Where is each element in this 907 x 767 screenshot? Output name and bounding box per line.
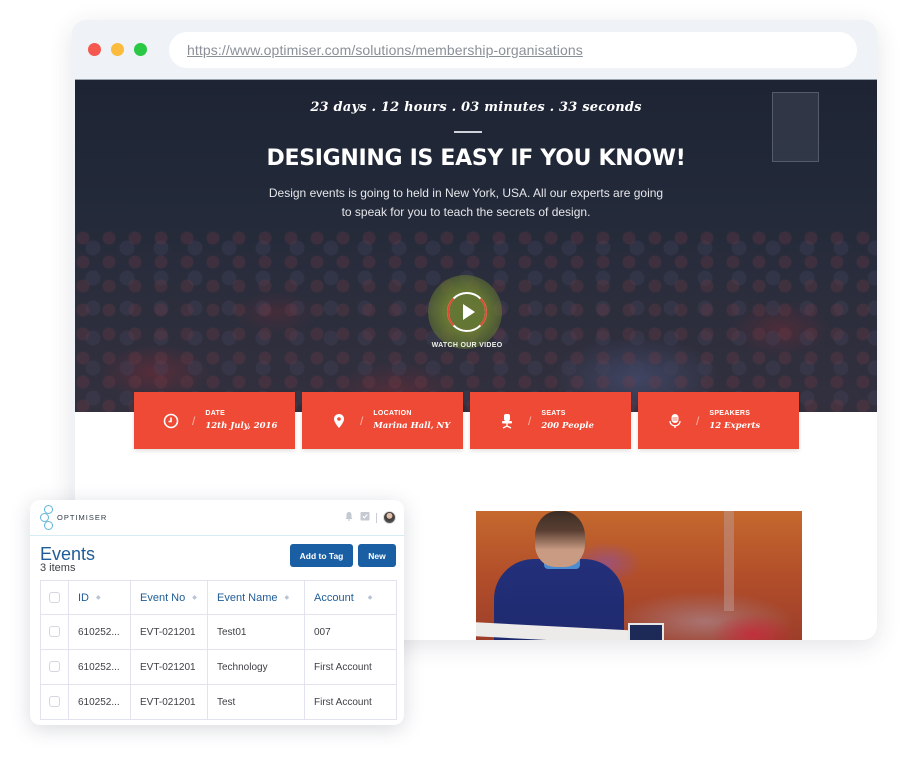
card-separator: / — [192, 413, 196, 428]
play-icon — [463, 304, 475, 320]
task-check-icon[interactable] — [360, 511, 370, 524]
cell-id[interactable]: 610252... — [68, 684, 131, 720]
cell-event-name[interactable]: Test01 — [207, 614, 305, 650]
card-value: 12th July, 2016 — [205, 421, 278, 431]
photo-pillar — [724, 511, 734, 611]
watch-video-label[interactable]: WATCH OUR VIDEO — [405, 342, 529, 349]
cell-event-name[interactable]: Technology — [207, 649, 305, 685]
sort-icon[interactable]: ◆ — [368, 595, 373, 601]
hero-section: 23 days . 12 hours . 03 minutes . 33 sec… — [75, 80, 877, 412]
bell-icon[interactable] — [344, 511, 354, 524]
card-separator: / — [528, 413, 532, 428]
microphone-icon — [666, 412, 684, 430]
title-row: Events 3 items Add to Tag New — [30, 536, 404, 580]
card-separator: / — [360, 413, 364, 428]
photo-monitor — [628, 623, 664, 640]
hero-divider — [454, 131, 482, 133]
column-label: ID — [78, 591, 89, 604]
user-avatar[interactable] — [383, 511, 396, 524]
stage: https://www.optimiser.com/solutions/memb… — [0, 0, 907, 767]
column-header-account[interactable]: Account ◆ — [304, 580, 397, 615]
column-header-event-no[interactable]: Event No ◆ — [130, 580, 208, 615]
new-button[interactable]: New — [358, 544, 396, 567]
column-label: Account — [314, 591, 354, 604]
cell-account[interactable]: First Account — [304, 684, 397, 720]
info-card-seats[interactable]: / SEATS 200 People — [470, 392, 631, 449]
column-label: Event No — [140, 591, 186, 604]
minimize-window-button[interactable] — [111, 43, 124, 56]
select-all-checkbox[interactable] — [49, 592, 60, 604]
table-row[interactable]: 610252... EVT-021201 Test01 007 — [40, 614, 397, 650]
maximize-window-button[interactable] — [134, 43, 147, 56]
optimiser-logo-icon — [40, 504, 56, 531]
card-label: SPEAKERS — [709, 410, 751, 417]
info-card-date[interactable]: / DATE 12th July, 2016 — [134, 392, 295, 449]
table-header-row: ID ◆ Event No ◆ Event Name ◆ Account ◆ — [40, 580, 397, 615]
card-value: Marina Hall, NY — [373, 421, 451, 431]
map-pin-icon — [330, 412, 348, 430]
logo-text: OPTIMISER — [57, 513, 108, 522]
card-label: DATE — [205, 410, 226, 417]
cell-id[interactable]: 610252... — [68, 614, 131, 650]
close-window-button[interactable] — [88, 43, 101, 56]
cell-id[interactable]: 610252... — [68, 649, 131, 685]
row-select-cell — [40, 684, 69, 720]
row-select-cell — [40, 649, 69, 685]
play-video-button[interactable] — [447, 292, 487, 332]
clock-icon — [162, 412, 180, 430]
countdown-timer: 23 days . 12 hours . 03 minutes . 33 sec… — [310, 100, 642, 115]
crm-events-panel: OPTIMISER Events 3 items Add to Tag New — [30, 500, 404, 725]
cell-event-no[interactable]: EVT-021201 — [130, 684, 208, 720]
cell-account[interactable]: 007 — [304, 614, 397, 650]
address-bar[interactable]: https://www.optimiser.com/solutions/memb… — [169, 32, 857, 68]
add-to-tag-button[interactable]: Add to Tag — [290, 544, 353, 567]
table-row[interactable]: 610252... EVT-021201 Test First Account — [40, 684, 397, 720]
header-divider — [376, 512, 377, 523]
crm-header: OPTIMISER — [30, 500, 404, 536]
row-checkbox[interactable] — [49, 661, 60, 673]
cell-event-no[interactable]: EVT-021201 — [130, 614, 208, 650]
card-label: LOCATION — [373, 410, 412, 417]
column-label: Event Name — [217, 591, 278, 604]
sort-icon[interactable]: ◆ — [192, 595, 197, 601]
hero-subtext: Design events is going to held in New Yo… — [268, 186, 664, 219]
cell-account[interactable]: First Account — [304, 649, 397, 685]
photo-speaker-head — [535, 511, 585, 567]
row-select-cell — [40, 614, 69, 650]
card-separator: / — [696, 413, 700, 428]
events-table: ID ◆ Event No ◆ Event Name ◆ Account ◆ 61025… — [40, 580, 397, 720]
info-card-speakers[interactable]: / SPEAKERS 12 Experts — [638, 392, 799, 449]
event-info-cards: / DATE 12th July, 2016 / LOCATION Marina… — [134, 392, 799, 449]
card-value: 200 People — [541, 421, 594, 431]
optimiser-logo[interactable]: OPTIMISER — [40, 504, 108, 531]
column-header-event-name[interactable]: Event Name ◆ — [207, 580, 305, 615]
sort-icon[interactable]: ◆ — [96, 595, 101, 601]
cell-event-name[interactable]: Test — [207, 684, 305, 720]
header-icons — [344, 511, 396, 524]
item-count: 3 items — [40, 562, 76, 574]
chair-icon — [498, 412, 516, 430]
speaker-photo — [476, 511, 802, 640]
cell-event-no[interactable]: EVT-021201 — [130, 649, 208, 685]
column-header-id[interactable]: ID ◆ — [68, 580, 131, 615]
card-label: SEATS — [541, 410, 566, 417]
logo-petal — [44, 520, 53, 530]
row-checkbox[interactable] — [49, 696, 60, 708]
url-text[interactable]: https://www.optimiser.com/solutions/memb… — [187, 42, 583, 58]
info-card-location[interactable]: / LOCATION Marina Hall, NY — [302, 392, 463, 449]
table-row[interactable]: 610252... EVT-021201 Technology First Ac… — [40, 649, 397, 685]
window-controls — [88, 43, 147, 56]
sort-icon[interactable]: ◆ — [285, 595, 290, 601]
hero-headline: DESIGNING IS EASY IF YOU KNOW! — [266, 146, 686, 171]
card-value: 12 Experts — [709, 421, 761, 431]
row-checkbox[interactable] — [49, 626, 60, 638]
select-all-cell — [40, 580, 69, 615]
